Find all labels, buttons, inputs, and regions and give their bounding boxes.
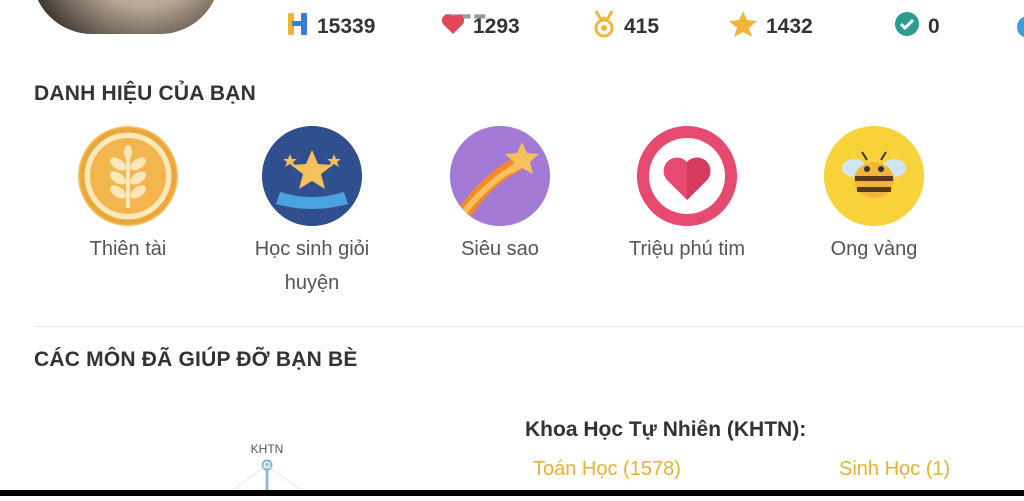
star-icon: [728, 10, 758, 44]
stat-medals-value: 415: [624, 15, 660, 38]
heart-icon: [441, 13, 465, 41]
stat-points-value: 15339: [317, 15, 376, 38]
badge-label: Thiên tài: [89, 238, 167, 260]
stat-stars: 1432: [728, 10, 813, 44]
stat-hearts: 1293: [441, 12, 520, 42]
subjects-title: CÁC MÔN ĐÃ GIÚP ĐỠ BẠN BÈ: [34, 348, 358, 371]
badges-title: DANH HIỆU CỦA BẠN: [34, 82, 256, 105]
stat-stars-value: 1432: [766, 15, 813, 38]
badge-label: Học sinh giỏi huyện: [254, 238, 370, 294]
badge-label: Siêu sao: [461, 238, 539, 260]
subject-group-title: Khoa Học Tự Nhiên (KHTN):: [525, 418, 807, 441]
avatar[interactable]: [32, 0, 220, 34]
hoc-point-icon: [287, 11, 309, 43]
badge-golden-bee[interactable]: Ong vàng: [794, 126, 954, 266]
badge-label: Ong vàng: [830, 238, 918, 260]
bee-icon: [824, 126, 924, 226]
badge-genius[interactable]: Thiên tài: [48, 126, 208, 266]
badge-label: Triệu phú tim: [629, 238, 745, 260]
extra-stat-icon: [1016, 15, 1024, 44]
stat-medals: 415: [592, 10, 660, 44]
badge-heart-millionaire[interactable]: Triệu phú tim: [607, 126, 767, 266]
stat-verified-value: 0: [928, 15, 940, 38]
subject-link-math[interactable]: Toán Học (1578): [533, 458, 681, 481]
wheat-icon: [78, 126, 178, 226]
heart-ring-icon: [637, 126, 737, 226]
badge-district-student[interactable]: Học sinh giỏi huyện: [232, 126, 392, 300]
section-divider: [34, 326, 1024, 327]
badge-superstar[interactable]: Siêu sao: [420, 126, 580, 266]
medal-icon: [592, 10, 616, 44]
subject-link-biology[interactable]: Sinh Học (1): [839, 458, 950, 481]
shooting-star-icon: [450, 126, 550, 226]
stars-ribbon-icon: [262, 126, 362, 226]
chart-axis-label: KHTN: [251, 442, 284, 456]
stat-points: 15339: [287, 12, 375, 42]
subject-radar-chart: KHTN: [200, 430, 340, 497]
screen-bottom-edge: [0, 490, 1024, 496]
stat-hearts-value: 1293: [473, 15, 520, 38]
stat-verified: 0: [894, 12, 940, 42]
check-badge-icon: [894, 11, 920, 43]
